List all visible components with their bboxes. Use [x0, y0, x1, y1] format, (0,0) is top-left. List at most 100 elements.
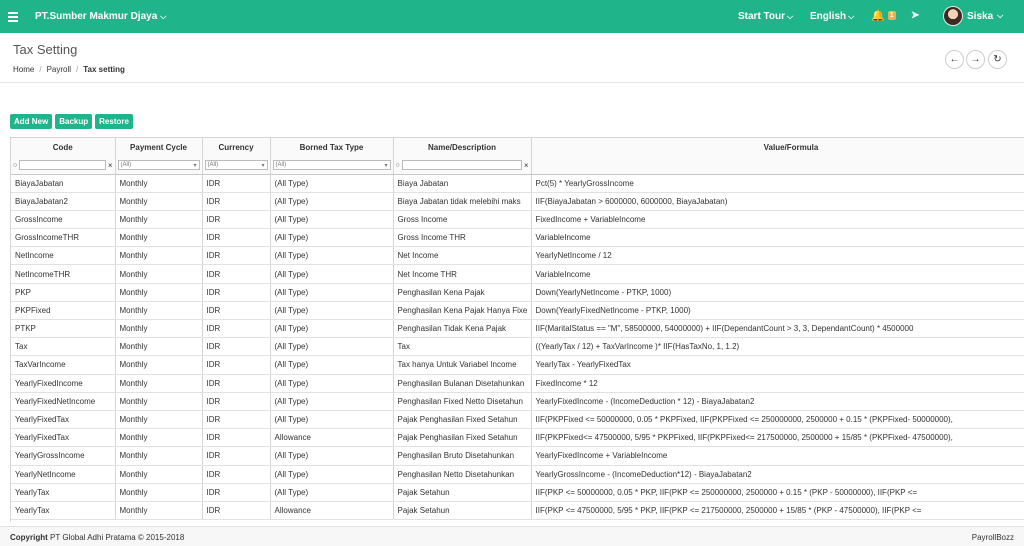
- notification-badge: 1: [887, 11, 896, 20]
- column-header-payment-cycle[interactable]: Payment Cycle: [115, 138, 203, 157]
- start-tour-menu[interactable]: Start Tour ⌵: [738, 11, 793, 22]
- refresh-icon: ↻: [993, 54, 1002, 65]
- name-filter-input[interactable]: [401, 160, 522, 171]
- cell-value-formula: YearlyNetIncome / 12: [531, 246, 1024, 266]
- column-header-borned-tax-type[interactable]: Borned Tax Type: [270, 138, 394, 157]
- cell-payment-cycle: Monthly: [115, 283, 203, 302]
- cell-value-formula: YearlyFixedIncome - (IncomeDeduction * 1…: [531, 392, 1024, 411]
- cell-payment-cycle: Monthly: [115, 301, 203, 321]
- table-row[interactable]: YearlyFixedTax Monthly IDR Allowance Pajak P…: [11, 428, 1024, 448]
- cell-value-formula: IIF(PKPFixed <= 50000000, 0.05 * PKPFixe…: [531, 410, 1024, 430]
- code-filter-input[interactable]: [19, 160, 106, 171]
- cell-name-description: Pajak Setahun: [393, 483, 532, 502]
- cell-payment-cycle: Monthly: [115, 337, 203, 357]
- table-row[interactable]: YearlyFixedNetIncome Monthly IDR (All Type)…: [11, 392, 1024, 411]
- language-label: English: [810, 11, 847, 22]
- table-row[interactable]: NetIncomeTHR Monthly IDR (All Type) Net Inco…: [11, 264, 1024, 284]
- user-menu[interactable]: Siska ⌵: [943, 6, 1003, 26]
- cell-currency: IDR: [202, 355, 271, 375]
- cell-payment-cycle: Monthly: [115, 228, 203, 248]
- cell-name-description: Penghasilan Kena Pajak: [393, 283, 532, 302]
- table-row[interactable]: BiayaJabatan2 Monthly IDR (All Type) Biaya J…: [11, 192, 1024, 211]
- cell-value-formula: IIF(PKP <= 47500000, 5/95 * PKP, IIF(PKP…: [531, 501, 1024, 521]
- cell-currency: IDR: [202, 392, 271, 411]
- cell-currency: IDR: [202, 374, 271, 393]
- table-row[interactable]: NetIncome Monthly IDR (All Type) Net Income Y…: [11, 246, 1024, 266]
- cell-value-formula: YearlyTax - YearlyFixedTax: [531, 355, 1024, 375]
- cell-borned-tax-type: (All Type): [270, 192, 394, 211]
- bell-icon: 🔔: [871, 10, 885, 22]
- toolbar: Add New Backup Restore: [10, 114, 133, 129]
- cell-value-formula: Down(YearlyNetIncome - PTKP, 1000): [531, 283, 1024, 302]
- user-name: Siska: [967, 10, 994, 22]
- column-header-code[interactable]: Code: [11, 138, 116, 157]
- cell-code: YearlyGrossIncome: [11, 446, 116, 466]
- filter-icon[interactable]: ○: [396, 162, 400, 169]
- cell-name-description: Penghasilan Fixed Netto Disetahun: [393, 392, 532, 411]
- back-button[interactable]: ←: [945, 50, 964, 69]
- cell-code: YearlyFixedNetIncome: [11, 392, 116, 411]
- column-header-name-description[interactable]: Name/Description: [393, 138, 532, 157]
- cell-borned-tax-type: Allowance: [270, 428, 394, 448]
- table-row[interactable]: TaxVarIncome Monthly IDR (All Type) Tax hany…: [11, 355, 1024, 375]
- clear-filter-icon[interactable]: ×: [524, 161, 529, 170]
- breadcrumb-home[interactable]: Home: [13, 65, 34, 74]
- company-selector[interactable]: PT.Sumber Makmur Djaya ⌵: [35, 11, 166, 22]
- forward-button[interactable]: →: [966, 50, 985, 69]
- table-row[interactable]: YearlyTax Monthly IDR (All Type) Pajak Setah…: [11, 483, 1024, 502]
- cell-borned-tax-type: (All Type): [270, 319, 394, 339]
- copyright-label: Copyright: [10, 533, 48, 542]
- language-menu[interactable]: English ⌵: [810, 11, 854, 22]
- cell-payment-cycle: Monthly: [115, 501, 203, 521]
- cell-payment-cycle: Monthly: [115, 410, 203, 430]
- cell-name-description: Biaya Jabatan: [393, 174, 532, 193]
- cell-value-formula: FixedIncome * 12: [531, 374, 1024, 393]
- payment-cycle-filter-select[interactable]: (All) ▾: [117, 160, 200, 171]
- borned-tax-type-filter-select[interactable]: (All) ▾: [272, 160, 391, 171]
- clear-filter-icon[interactable]: ×: [108, 161, 113, 170]
- grid-body: BiayaJabatan Monthly IDR (All Type) Biaya Ja…: [11, 174, 1024, 521]
- cell-name-description: Gross Income: [393, 210, 532, 230]
- table-row[interactable]: GrossIncomeTHR Monthly IDR (All Type) Gross …: [11, 228, 1024, 248]
- table-row[interactable]: PKP Monthly IDR (All Type) Penghasilan Kena …: [11, 283, 1024, 302]
- cell-code: YearlyTax: [11, 501, 116, 521]
- cell-payment-cycle: Monthly: [115, 446, 203, 466]
- refresh-button[interactable]: ↻: [988, 50, 1007, 69]
- currency-filter-select[interactable]: (All) ▾: [204, 160, 268, 171]
- cell-value-formula: VariableIncome: [531, 264, 1024, 284]
- cell-borned-tax-type: (All Type): [270, 374, 394, 393]
- restore-button[interactable]: Restore: [95, 114, 133, 129]
- cell-name-description: Gross Income THR: [393, 228, 532, 248]
- table-row[interactable]: GrossIncome Monthly IDR (All Type) Gross Inc…: [11, 210, 1024, 230]
- notifications-button[interactable]: 🔔 1: [871, 9, 896, 22]
- cell-name-description: Penghasilan Netto Disetahunkan: [393, 465, 532, 484]
- backup-button[interactable]: Backup: [55, 114, 93, 129]
- cell-borned-tax-type: (All Type): [270, 465, 394, 484]
- table-row[interactable]: YearlyFixedIncome Monthly IDR (All Type) Pen…: [11, 374, 1024, 393]
- table-row[interactable]: BiayaJabatan Monthly IDR (All Type) Biaya Ja…: [11, 174, 1024, 193]
- table-row[interactable]: PTKP Monthly IDR (All Type) Penghasilan Tida…: [11, 319, 1024, 339]
- table-row[interactable]: YearlyTax Monthly IDR Allowance Pajak Setahu…: [11, 501, 1024, 521]
- table-row[interactable]: YearlyGrossIncome Monthly IDR (All Type) Pen…: [11, 446, 1024, 466]
- table-row[interactable]: PKPFixed Monthly IDR (All Type) Penghasilan …: [11, 301, 1024, 321]
- hamburger-menu-icon[interactable]: [8, 11, 18, 22]
- chevron-down-icon: ⌵: [160, 11, 167, 21]
- top-navbar: PT.Sumber Makmur Djaya ⌵ Start Tour ⌵ En…: [0, 0, 1024, 33]
- table-row[interactable]: Tax Monthly IDR (All Type) Tax ((YearlyTax / …: [11, 337, 1024, 357]
- cell-payment-cycle: Monthly: [115, 264, 203, 284]
- column-header-currency[interactable]: Currency: [202, 138, 271, 157]
- cell-name-description: Pajak Penghasilan Fixed Setahun: [393, 410, 532, 430]
- filter-icon[interactable]: ○: [13, 162, 17, 169]
- cell-currency: IDR: [202, 428, 271, 448]
- tax-setting-grid: Code Payment Cycle Currency Borned Tax T…: [10, 137, 1024, 522]
- table-row[interactable]: YearlyFixedTax Monthly IDR (All Type) Pajak …: [11, 410, 1024, 430]
- cell-currency: IDR: [202, 283, 271, 302]
- cell-code: Tax: [11, 337, 116, 357]
- add-new-button[interactable]: Add New: [10, 114, 53, 129]
- table-row[interactable]: YearlyNetIncome Monthly IDR (All Type) Pengh…: [11, 465, 1024, 484]
- column-header-value-formula[interactable]: Value/Formula: [531, 138, 1024, 157]
- rocket-button[interactable]: ➤: [911, 10, 919, 21]
- cell-code: YearlyFixedIncome: [11, 374, 116, 393]
- cell-name-description: Pajak Setahun: [393, 501, 532, 521]
- breadcrumb-payroll[interactable]: Payroll: [47, 65, 71, 74]
